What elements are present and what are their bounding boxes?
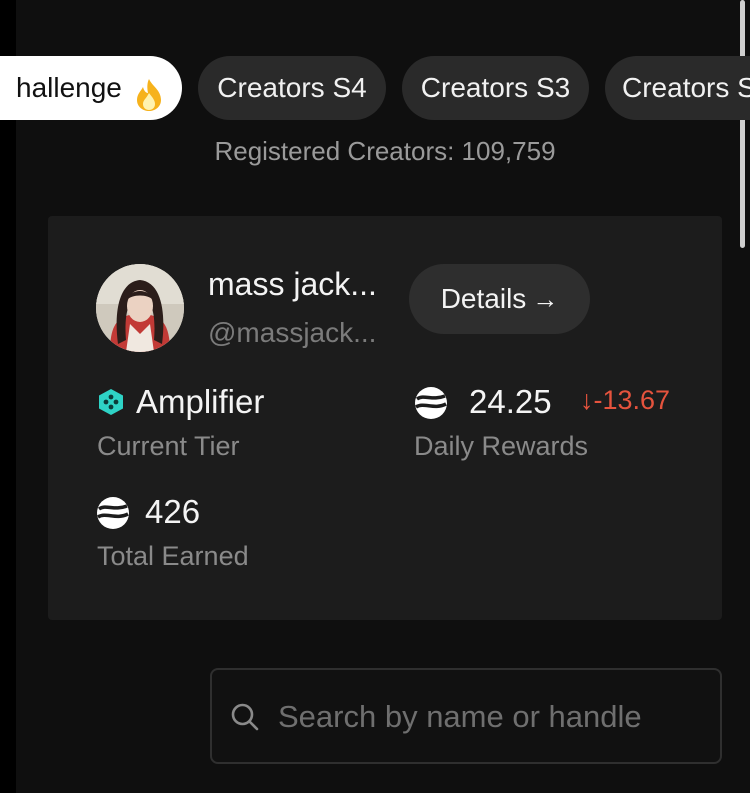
creator-name: mass jack... (208, 266, 377, 302)
change-value: -13.67 (593, 385, 671, 415)
tier-hexagon-icon (98, 388, 124, 421)
tab-label: hallenge (16, 72, 122, 103)
tier-label: Current Tier (97, 431, 240, 461)
registered-creators-count: Registered Creators: 109,759 (214, 136, 556, 166)
tab-creators-s2[interactable]: Creators S (605, 56, 750, 120)
creator-handle: @massjack... (208, 317, 377, 348)
tier-value: Amplifier (136, 383, 265, 420)
daily-rewards-label: Daily Rewards (414, 431, 589, 461)
search-icon (230, 702, 260, 737)
creators-page: hallenge Creators S4 Creators S3 Creator… (0, 0, 750, 793)
daily-rewards-change: ↓-13.67 (580, 385, 670, 416)
total-earned-value: 426 (145, 493, 201, 530)
scrollbar[interactable] (740, 0, 745, 248)
details-button[interactable]: Details → (409, 264, 590, 334)
details-label: Details (440, 283, 527, 314)
tab-challenge[interactable]: hallenge (0, 56, 182, 120)
reward-token-icon (96, 496, 130, 535)
reward-token-icon (414, 386, 448, 425)
total-earned-label: Total Earned (97, 541, 249, 571)
tab-creators-s4[interactable]: Creators S4 (198, 56, 386, 120)
search-input[interactable] (276, 690, 710, 744)
tab-creators-s3[interactable]: Creators S3 (402, 56, 589, 120)
creator-card: mass jack... @massjack... Details → Ampli… (48, 216, 722, 620)
season-tabs: hallenge Creators S4 Creators S3 Creator… (0, 56, 750, 120)
fire-icon (134, 71, 164, 111)
search-box[interactable] (210, 668, 722, 764)
avatar (96, 264, 184, 352)
arrow-down-icon: ↓ (580, 385, 594, 415)
daily-rewards-value: 24.25 (469, 383, 552, 420)
arrow-right-icon: → (532, 284, 559, 314)
